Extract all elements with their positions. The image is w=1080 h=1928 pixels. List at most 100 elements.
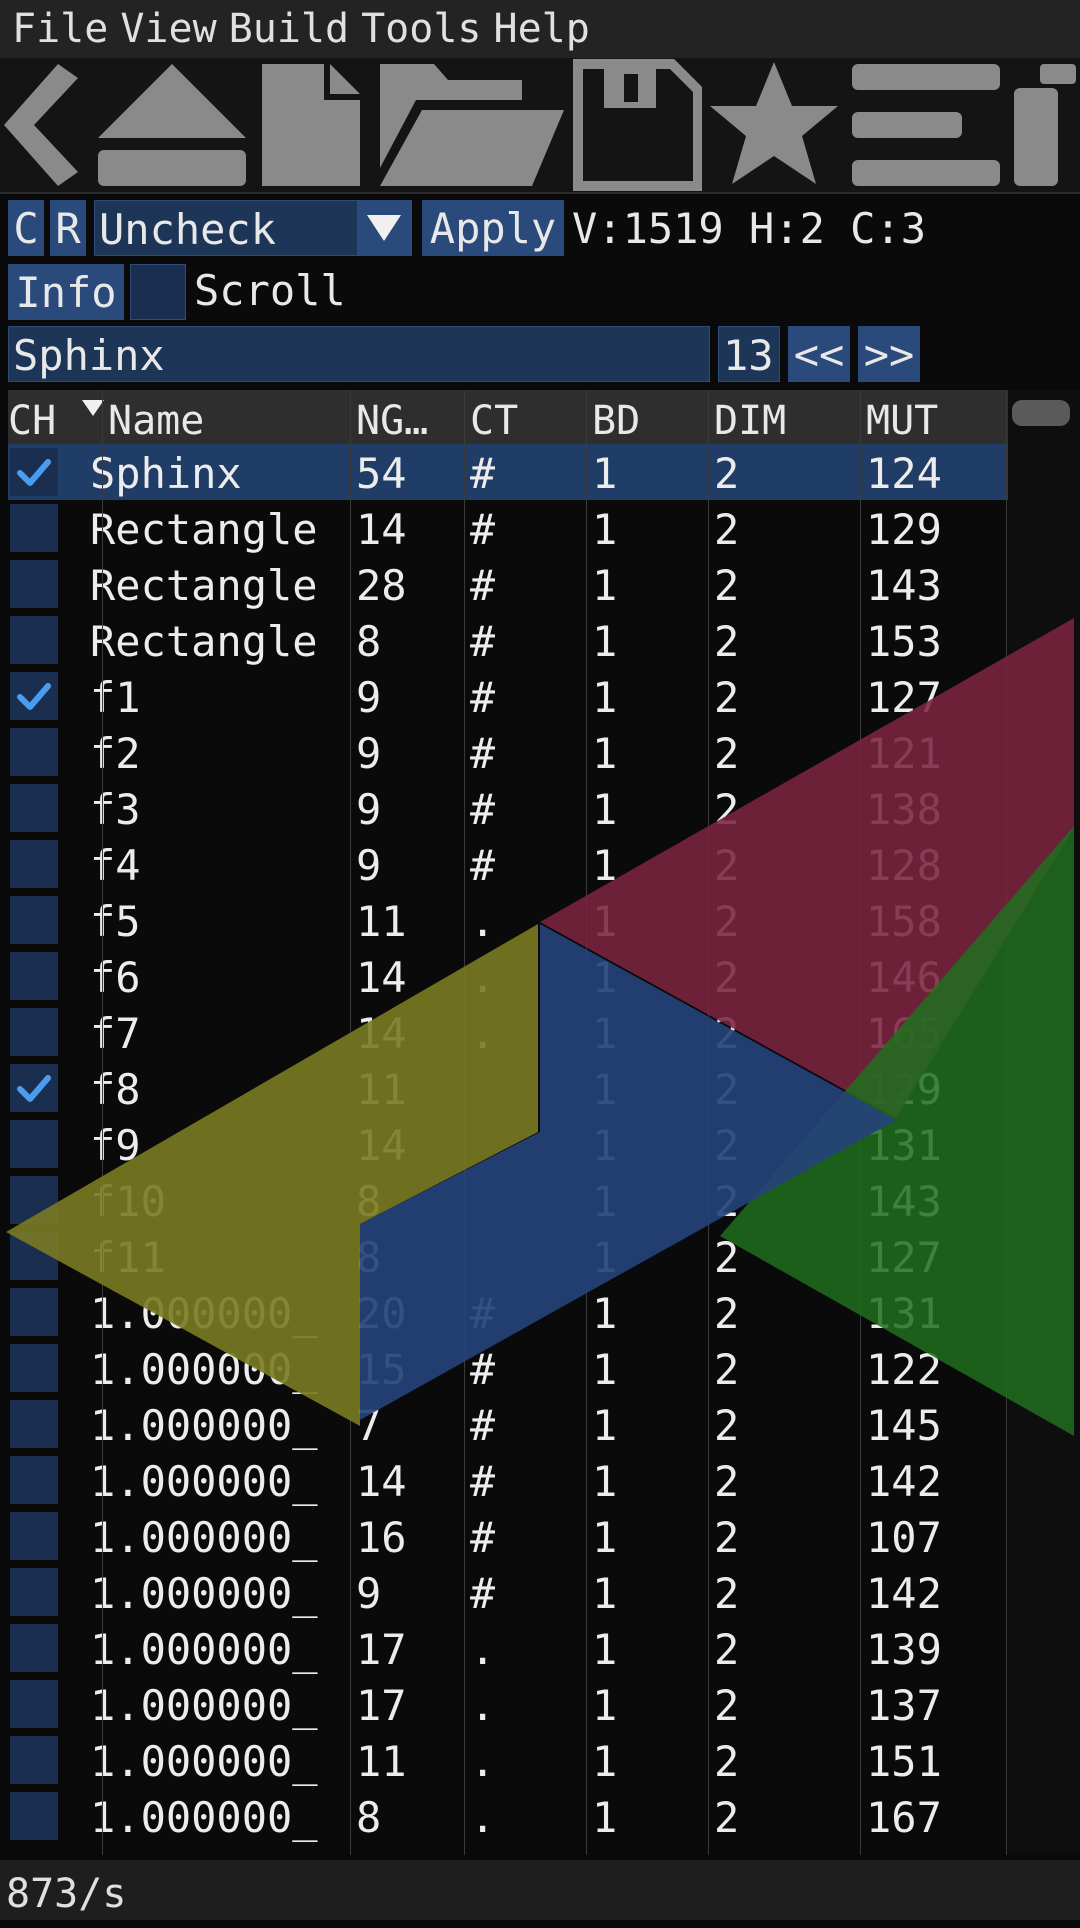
row-checkbox[interactable] — [10, 840, 58, 888]
menu-build[interactable]: Build — [217, 6, 349, 52]
row-checkbox[interactable] — [10, 672, 58, 720]
list-icon[interactable] — [848, 58, 1004, 192]
cell-dim: 2 — [714, 1401, 740, 1450]
header-dim[interactable]: DIM — [714, 390, 786, 444]
scroll-checkbox[interactable] — [130, 264, 186, 320]
row-checkbox[interactable] — [10, 952, 58, 1000]
row-checkbox[interactable] — [10, 1344, 58, 1392]
cell-bd: 1 — [592, 1625, 618, 1674]
row-checkbox[interactable] — [10, 1792, 58, 1840]
prev-button[interactable]: << — [788, 326, 850, 382]
cell-bd: 1 — [592, 617, 618, 666]
row-checkbox[interactable] — [10, 1120, 58, 1168]
table-row[interactable]: 1.000000_ 20 #1 2 131 — [8, 1284, 1008, 1340]
row-checkbox[interactable] — [10, 1176, 58, 1224]
cell-name: f4 — [90, 841, 141, 890]
new-file-icon[interactable] — [256, 58, 368, 192]
row-checkbox[interactable] — [10, 1512, 58, 1560]
row-checkbox[interactable] — [10, 784, 58, 832]
table-row[interactable]: 1.000000_ 8. 1 2 167 — [8, 1788, 1008, 1844]
menu-tools[interactable]: Tools — [349, 6, 481, 52]
row-checkbox[interactable] — [10, 1400, 58, 1448]
header-mut[interactable]: MUT — [866, 390, 938, 444]
table-row[interactable]: f2 9 #1 2 121 — [8, 724, 1008, 780]
menu-help[interactable]: Help — [482, 6, 590, 52]
row-checkbox[interactable] — [10, 1456, 58, 1504]
cell-name: f3 — [90, 785, 141, 834]
info-button[interactable]: Info — [8, 264, 124, 320]
header-ng[interactable]: NG… — [356, 390, 428, 444]
back-icon[interactable] — [0, 58, 90, 192]
table-row[interactable]: 1.000000_ 16 #1 2 107 — [8, 1508, 1008, 1564]
star-icon[interactable] — [706, 58, 842, 192]
header-bd[interactable]: BD — [592, 390, 640, 444]
row-checkbox[interactable] — [10, 504, 58, 552]
cell-dim: 2 — [714, 1289, 740, 1338]
row-checkbox[interactable] — [10, 1624, 58, 1672]
table-row[interactable]: 1.000000_ 14 #1 2 142 — [8, 1452, 1008, 1508]
eject-icon[interactable] — [92, 58, 252, 192]
row-checkbox[interactable] — [10, 1232, 58, 1280]
table-row[interactable]: 1.000000_ 15 #1 2 122 — [8, 1340, 1008, 1396]
open-folder-icon[interactable] — [372, 58, 568, 192]
combo-value: Uncheck — [99, 205, 277, 254]
row-checkbox[interactable] — [10, 560, 58, 608]
table-row[interactable]: 1.000000_ 9 #1 2 142 — [8, 1564, 1008, 1620]
checkmark-icon — [17, 683, 51, 710]
row-checkbox[interactable] — [10, 896, 58, 944]
table-row[interactable]: f1 9 #1 2 127 — [8, 668, 1008, 724]
search-input[interactable]: Sphinx — [8, 326, 710, 382]
row-checkbox[interactable] — [10, 1064, 58, 1112]
header-name[interactable]: Name — [108, 390, 204, 444]
menu-view[interactable]: View — [108, 6, 216, 52]
cell-name: Rectangle — [90, 505, 318, 554]
cell-dim: 2 — [714, 897, 740, 946]
table-row[interactable]: f11 8 1 2 127 — [8, 1228, 1008, 1284]
table-row[interactable]: Rectangle 8 #1 2 153 — [8, 612, 1008, 668]
table-row[interactable]: f9 14 1 2 131 — [8, 1116, 1008, 1172]
header-ch[interactable]: CH — [8, 390, 56, 444]
column-divider — [350, 390, 351, 1855]
scrollbar-thumb[interactable] — [1012, 400, 1070, 426]
table-row[interactable]: 1.000000_ 11. 1 2 151 — [8, 1732, 1008, 1788]
row-checkbox[interactable] — [10, 1568, 58, 1616]
row-checkbox[interactable] — [10, 448, 58, 496]
row-checkbox[interactable] — [10, 728, 58, 776]
table-row[interactable]: 1.000000_ 17. 1 2 139 — [8, 1620, 1008, 1676]
table-row[interactable]: Sphinx 54 #1 2 124 — [8, 444, 1008, 500]
cell-ct: . — [470, 897, 496, 946]
cell-mut: 131 — [866, 1121, 942, 1170]
table-row[interactable]: f4 9 #1 2 128 — [8, 836, 1008, 892]
menu-file[interactable]: File — [0, 6, 108, 52]
table-row[interactable]: f10 8 1 2 143 — [8, 1172, 1008, 1228]
row-checkbox[interactable] — [10, 1288, 58, 1336]
cell-name: 1.000000_ — [90, 1289, 318, 1338]
header-ct[interactable]: CT — [470, 390, 518, 444]
next-button[interactable]: >> — [858, 326, 920, 382]
row-checkbox[interactable] — [10, 1008, 58, 1056]
cell-dim: 2 — [714, 1121, 740, 1170]
column-divider — [1006, 390, 1007, 1855]
apply-button[interactable]: Apply — [422, 200, 564, 256]
save-icon[interactable] — [572, 58, 702, 192]
table-row[interactable]: f8 11 1 2 129 — [8, 1060, 1008, 1116]
table-row[interactable]: f6 14. 1 2 146 — [8, 948, 1008, 1004]
table-row[interactable]: 1.000000_ 17. 1 2 137 — [8, 1676, 1008, 1732]
table-row[interactable]: Rectangle 28 #1 2 143 — [8, 556, 1008, 612]
r-button[interactable]: R — [50, 200, 86, 256]
row-checkbox[interactable] — [10, 1680, 58, 1728]
partial-icon[interactable] — [1010, 58, 1080, 192]
table-row[interactable]: f7 14. 1 2 165 — [8, 1004, 1008, 1060]
row-checkbox[interactable] — [10, 616, 58, 664]
cell-dim: 2 — [714, 505, 740, 554]
vertical-scrollbar[interactable] — [1008, 390, 1080, 1855]
table-row[interactable]: f5 11. 1 2 158 — [8, 892, 1008, 948]
c-button[interactable]: C — [8, 200, 44, 256]
table-row[interactable]: f3 9 #1 2 138 — [8, 780, 1008, 836]
table-row[interactable]: Rectangle 14 #1 2 129 — [8, 500, 1008, 556]
cell-name: 1.000000_ — [90, 1625, 318, 1674]
row-checkbox[interactable] — [10, 1736, 58, 1784]
action-combo[interactable]: Uncheck — [94, 200, 412, 256]
table-row[interactable]: 1.000000_ 7 #1 2 145 — [8, 1396, 1008, 1452]
cell-ng: 11 — [356, 1065, 407, 1114]
